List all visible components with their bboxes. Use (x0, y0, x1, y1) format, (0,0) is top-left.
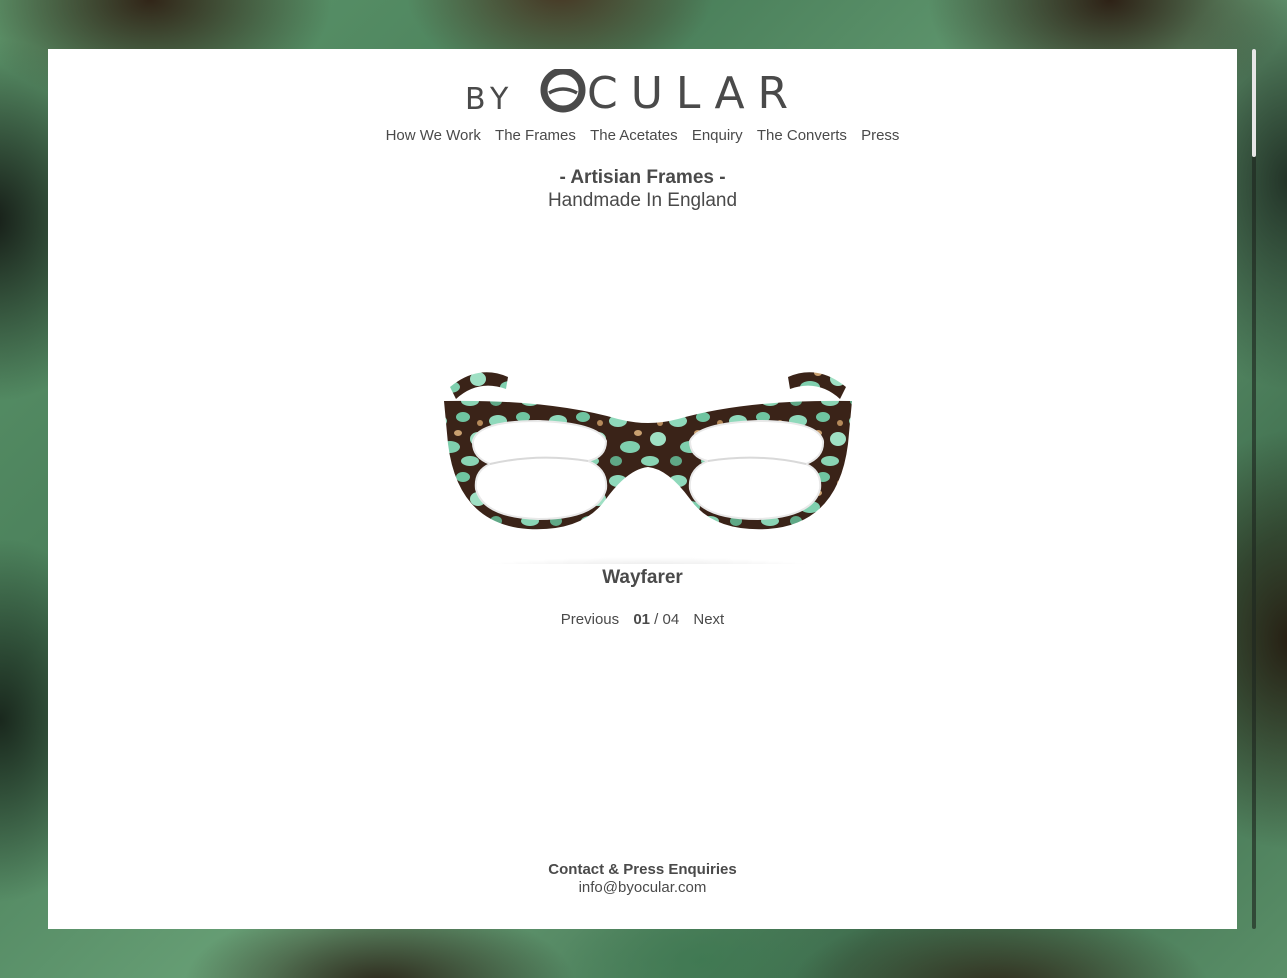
tagline-title: - Artisian Frames - (559, 167, 726, 188)
logo-prefix: BY (465, 82, 514, 117)
current-page: 01 (633, 611, 650, 628)
product-name: Wayfarer (602, 567, 683, 588)
tagline-subtitle: Handmade In England (547, 190, 738, 211)
nav-enquiry[interactable]: Enquiry (692, 127, 743, 144)
logo-mark: BY CULAR (465, 69, 801, 119)
brand-logo[interactable]: BY CULAR (48, 69, 1237, 119)
main-nav: How We Work The Frames The Acetates Enqu… (48, 127, 1237, 144)
nav-the-converts[interactable]: The Converts (757, 127, 847, 144)
nav-the-frames[interactable]: The Frames (495, 127, 576, 144)
next-button[interactable]: Next (693, 611, 724, 628)
product-pager: Previous 01 / 04 Next (48, 611, 1237, 628)
footer: Contact & Press Enquiries info@byocular.… (48, 861, 1237, 897)
scrollbar-thumb[interactable] (1252, 49, 1256, 157)
eyeglasses-image (433, 372, 863, 597)
footer-heading: Contact & Press Enquiries (548, 861, 737, 878)
page-counter: 01 / 04 (633, 611, 679, 628)
nav-how-we-work[interactable]: How We Work (386, 127, 481, 144)
nav-the-acetates[interactable]: The Acetates (590, 127, 678, 144)
content-panel: BY CULAR How We Work The Frames The Acet… (48, 49, 1237, 929)
page-separator: / (654, 611, 659, 628)
total-pages: 04 (662, 611, 680, 628)
scrollbar[interactable] (1252, 49, 1256, 929)
logo-main: CULAR (587, 69, 801, 119)
product-image[interactable] (428, 349, 868, 597)
previous-button[interactable]: Previous (561, 611, 619, 628)
nav-press[interactable]: Press (861, 127, 899, 144)
tagline: - Artisian Frames - Handmade In England (48, 166, 1237, 213)
contact-email-link[interactable]: info@byocular.com (579, 879, 707, 896)
